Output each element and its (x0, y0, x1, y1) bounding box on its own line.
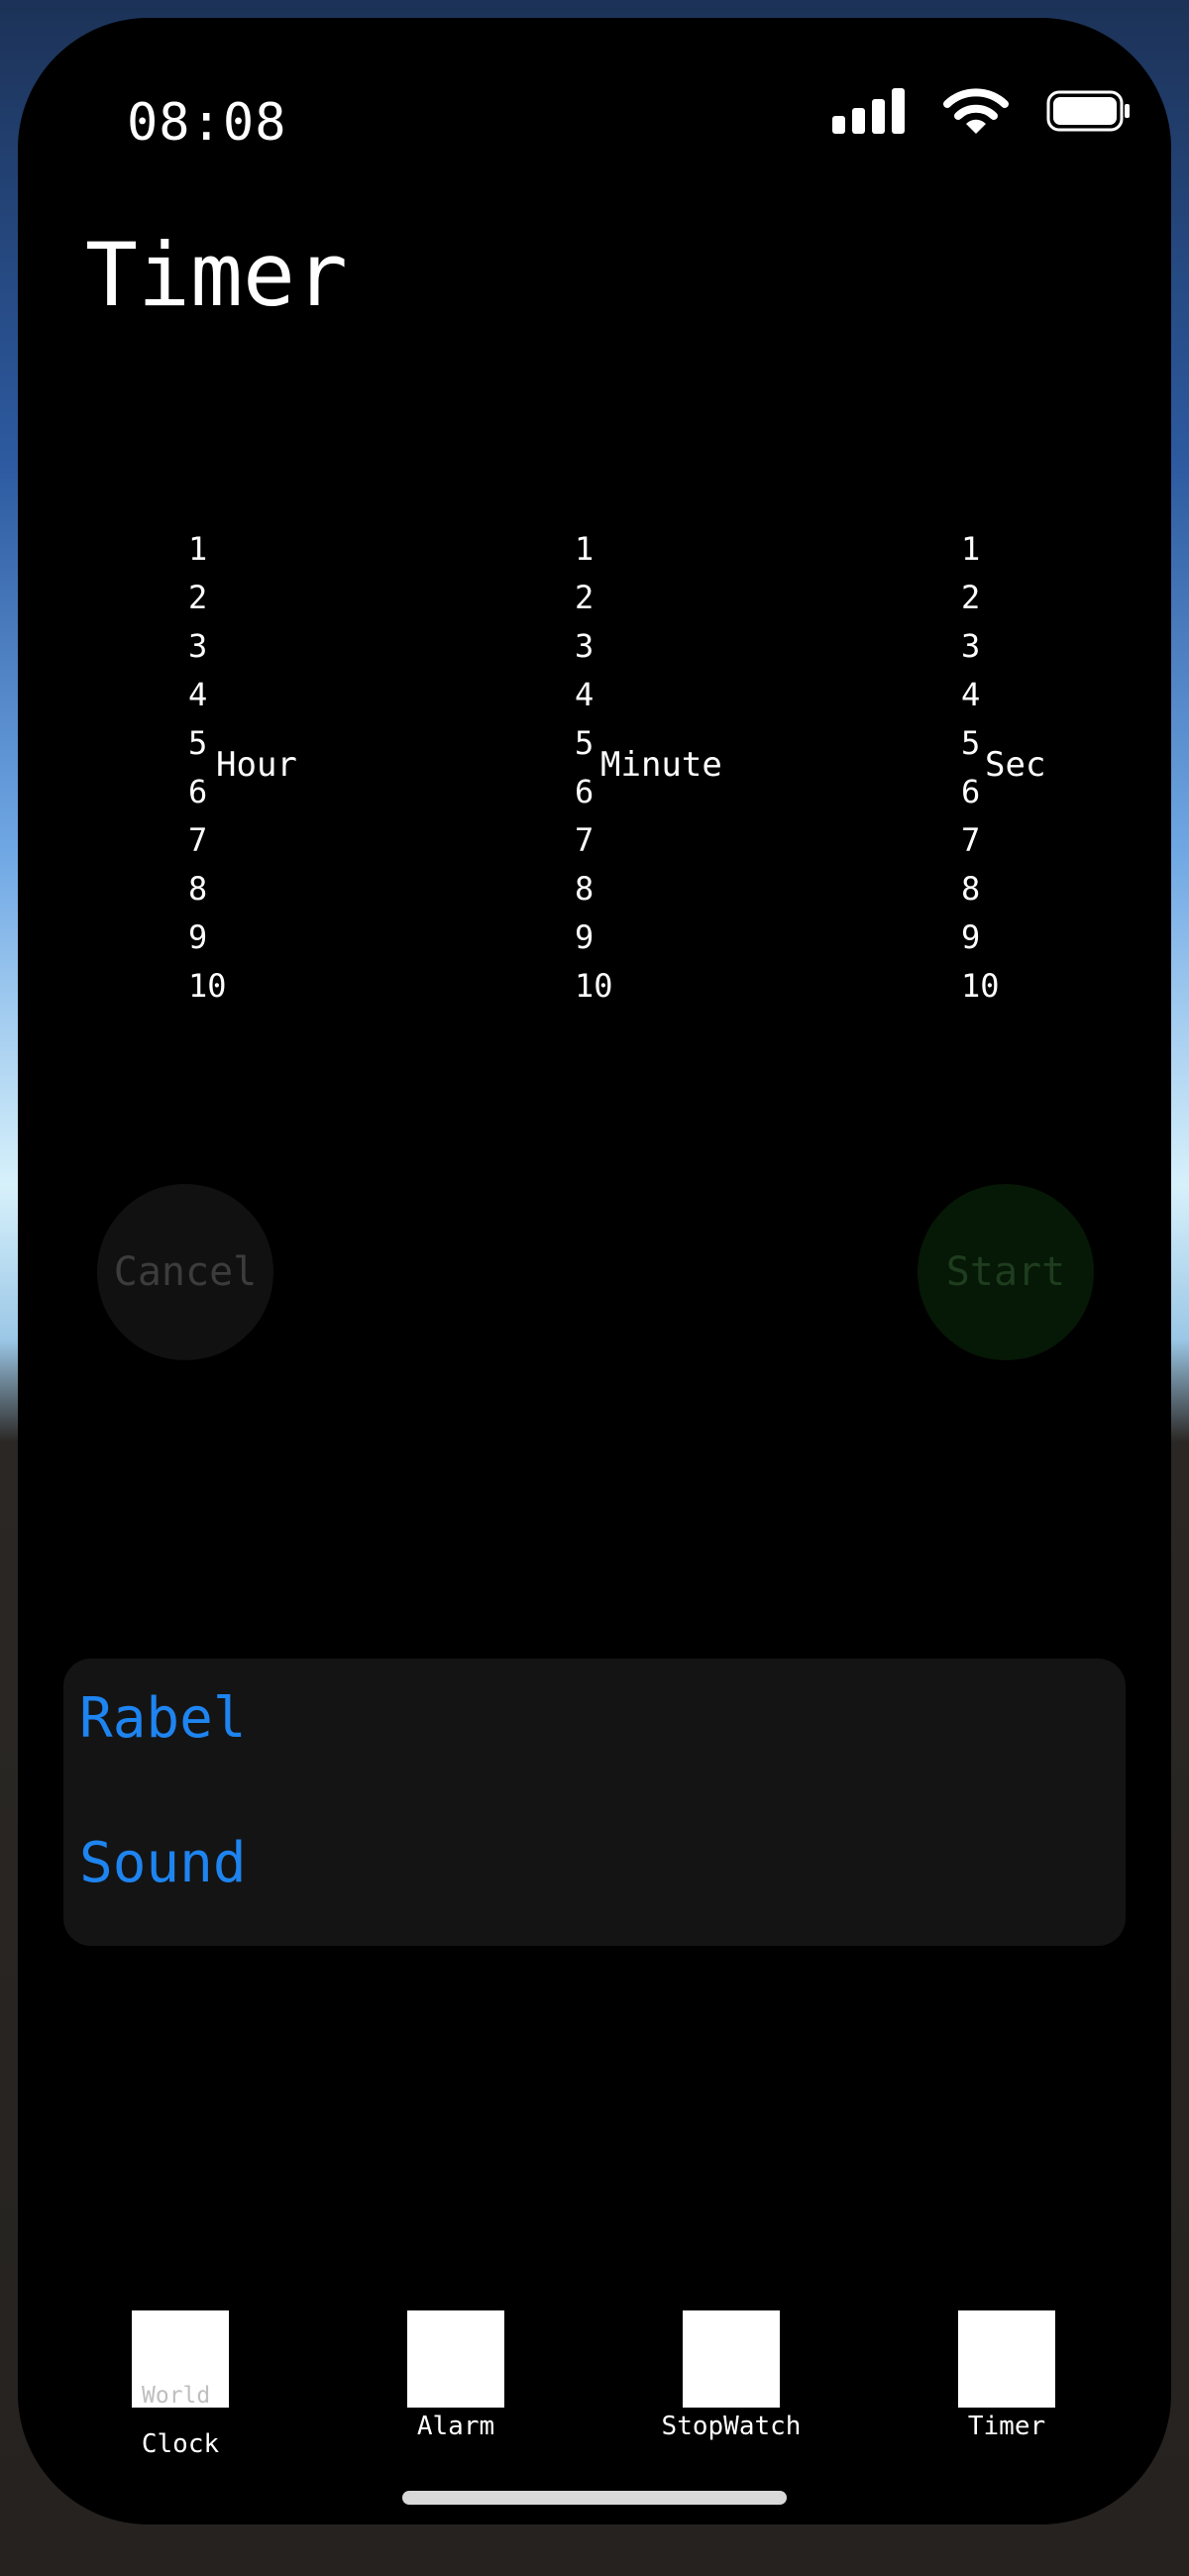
hour-option[interactable]: 4 (188, 671, 227, 719)
wifi-icon (943, 87, 1009, 139)
second-option[interactable]: 8 (961, 865, 1000, 913)
hour-option[interactable]: 3 (188, 622, 227, 671)
hour-option[interactable]: 7 (188, 816, 227, 865)
second-option[interactable]: 4 (961, 671, 1000, 719)
start-button[interactable]: Start (918, 1184, 1094, 1360)
minute-option[interactable]: 8 (575, 865, 613, 913)
tab-timer[interactable]: Timer (908, 2310, 1106, 2441)
world-clock-icon-text: World (142, 2383, 211, 2409)
cellular-signal-icon (832, 88, 906, 138)
minute-option[interactable]: 1 (575, 525, 613, 574)
second-option[interactable]: 3 (961, 622, 1000, 671)
label-option[interactable]: Rabel (79, 1686, 247, 1751)
stopwatch-tab-icon (683, 2310, 780, 2408)
second-option[interactable]: 7 (961, 816, 1000, 865)
hour-option[interactable]: 8 (188, 865, 227, 913)
minute-option[interactable]: 3 (575, 622, 613, 671)
cancel-button[interactable]: Cancel (97, 1184, 273, 1360)
minute-option[interactable]: 9 (575, 913, 613, 962)
second-option[interactable]: 1 (961, 525, 1000, 574)
hour-option[interactable]: 1 (188, 525, 227, 574)
page-title: Timer (85, 224, 348, 326)
alarm-tab-icon (407, 2310, 504, 2408)
phone-screen: 08:08 Timer 1 2 3 4 5 6 7 8 9 10 Hour 1 … (18, 18, 1171, 2524)
hour-option[interactable]: 9 (188, 913, 227, 962)
tab-stopwatch[interactable]: StopWatch (632, 2310, 830, 2441)
tab-label: Alarm (416, 2412, 495, 2441)
minute-option[interactable]: 4 (575, 671, 613, 719)
second-picker[interactable]: 1 2 3 4 5 6 7 8 9 10 Sec (961, 525, 1045, 1011)
sound-option[interactable]: Sound (79, 1831, 247, 1895)
tab-world-clock[interactable]: World Clock (81, 2310, 279, 2459)
home-indicator[interactable] (402, 2491, 787, 2505)
tab-label: StopWatch (661, 2412, 802, 2441)
timer-options-card: Rabel Sound (63, 1659, 1126, 1946)
start-button-label: Start (945, 1249, 1066, 1295)
minute-unit-label: Minute (600, 745, 722, 785)
minute-option[interactable]: 2 (575, 574, 613, 622)
world-clock-tab-icon: World (132, 2310, 229, 2409)
minute-option[interactable]: 10 (575, 962, 613, 1011)
second-option[interactable]: 10 (961, 962, 1000, 1011)
hour-unit-label: Hour (216, 745, 297, 785)
tab-alarm[interactable]: Alarm (357, 2310, 555, 2441)
second-option[interactable]: 9 (961, 913, 1000, 962)
hour-option[interactable]: 2 (188, 574, 227, 622)
timer-tab-icon (958, 2310, 1055, 2408)
minute-picker[interactable]: 1 2 3 4 5 6 7 8 9 10 Minute (575, 525, 722, 1011)
second-unit-label: Sec (985, 745, 1046, 785)
cancel-button-label: Cancel (113, 1249, 258, 1295)
minute-option[interactable]: 7 (575, 816, 613, 865)
tab-label: Timer (967, 2412, 1046, 2441)
tab-label: Clock (141, 2429, 220, 2459)
second-option[interactable]: 2 (961, 574, 1000, 622)
status-icons (832, 87, 1132, 139)
status-time: 08:08 (127, 93, 287, 153)
hour-picker[interactable]: 1 2 3 4 5 6 7 8 9 10 Hour (188, 525, 297, 1011)
hour-option[interactable]: 10 (188, 962, 227, 1011)
battery-icon (1046, 90, 1132, 136)
